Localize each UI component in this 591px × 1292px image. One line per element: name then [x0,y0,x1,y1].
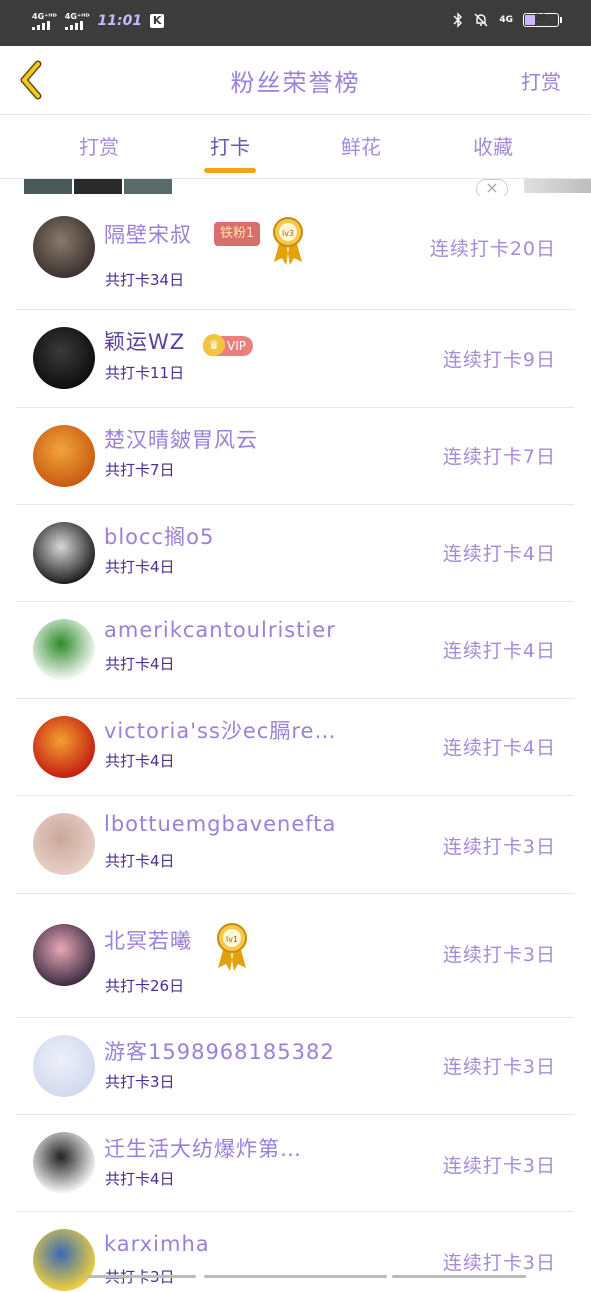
username: 迁生活大纺爆炸第… [104,1137,302,1161]
leaderboard-row[interactable]: karximha 共打卡3日 连续打卡3日 [16,1212,574,1292]
tab-tip[interactable]: 打赏 [54,131,144,160]
battery-level-text: 29 [535,13,547,23]
network-type: 4G [499,15,513,25]
username: lbottuemgbavenefta [104,812,337,836]
user-avatar[interactable] [33,327,95,389]
leaderboard-row[interactable]: 北冥若曦 lv1 共打卡26日 连续打卡3日 [16,894,574,1018]
total-checkins: 共打卡26日 [105,977,185,995]
user-avatar[interactable] [33,619,95,681]
leaderboard-row[interactable]: 迁生活大纺爆炸第… 共打卡4日 连续打卡3日 [16,1115,574,1212]
username: amerikcantoulristier [104,618,336,642]
user-avatar[interactable] [33,1132,95,1194]
tip-action-button[interactable]: 打赏 [521,66,561,95]
username: karximha [104,1232,210,1256]
streak-days: 连续打卡4日 [442,640,556,662]
tab-bar: 打赏 打卡 鲜花 收藏 [0,115,591,179]
streak-days: 连续打卡3日 [442,944,556,966]
total-checkins: 共打卡34日 [105,271,185,289]
user-avatar[interactable] [33,716,95,778]
streak-days: 连续打卡4日 [442,543,556,565]
ad-thumbnail [24,179,72,194]
vip-badge-label: VIP [227,339,246,353]
active-tab-indicator [204,168,256,173]
leaderboard-row[interactable]: victoria'ss沙ec膈re… 共打卡4日 连续打卡4日 [16,699,574,796]
tab-checkin[interactable]: 打卡 [185,131,275,160]
tab-favorites[interactable]: 收藏 [448,131,538,160]
medal-icon: lv1 [217,923,247,971]
user-avatar[interactable] [33,425,95,487]
total-checkins: 共打卡4日 [105,752,175,770]
signal-label-2: 4G⁺ᴴᴰ [64,12,90,21]
total-checkins: 共打卡4日 [105,852,175,870]
nav-bar: 粉丝荣誉榜 打赏 [0,46,591,115]
clock: 11:01 [97,13,143,29]
streak-days: 连续打卡4日 [442,737,556,759]
status-right: 4G 29 [453,12,562,28]
signal-indicator-1: 4G⁺ᴴᴰ [32,12,57,30]
streak-days: 连续打卡3日 [442,1252,556,1274]
streak-days: 连续打卡3日 [442,1155,556,1177]
total-checkins: 共打卡3日 [105,1073,175,1091]
tab-flowers[interactable]: 鲜花 [316,131,406,160]
medal-level-text: lv3 [282,229,294,238]
battery-icon: 29 [523,13,562,27]
signal-indicator-2: 4G⁺ᴴᴰ [64,12,90,30]
streak-days: 连续打卡9日 [442,349,556,371]
username: 隔壁宋叔 [104,223,192,247]
username: victoria'ss沙ec膈re… [104,719,337,743]
app-k-icon: K [150,14,165,28]
fan-level-badge: 铁粉1 [214,222,261,246]
vip-badge: ♛ VIP [203,334,253,356]
scroll-indicator [204,1275,387,1278]
ad-banner[interactable]: × [0,179,591,196]
leaderboard-row[interactable]: 游客1598968185382 共打卡3日 连续打卡3日 [16,1018,574,1115]
total-checkins: 共打卡7日 [105,461,175,479]
total-checkins: 共打卡4日 [105,1170,175,1188]
user-avatar[interactable] [33,924,95,986]
medal-level-text: lv1 [226,935,238,944]
leaderboard-row[interactable]: blocc搁o5 共打卡4日 连续打卡4日 [16,505,574,602]
mute-bell-icon [474,13,488,27]
leaderboard-row[interactable]: amerikcantoulristier 共打卡4日 连续打卡4日 [16,602,574,699]
leaderboard-row[interactable]: 楚汉晴皴胃风云 共打卡7日 连续打卡7日 [16,408,574,505]
user-avatar[interactable] [33,1229,95,1291]
ad-thumbnail [74,179,122,194]
user-avatar[interactable] [33,216,95,278]
leaderboard-row[interactable]: lbottuemgbavenefta 共打卡4日 连续打卡3日 [16,796,574,894]
signal-bars-icon [32,21,50,30]
user-avatar[interactable] [33,1035,95,1097]
scroll-indicator [392,1275,526,1278]
total-checkins: 共打卡4日 [105,558,175,576]
leaderboard-row[interactable]: 颖运WZ ♛ VIP 共打卡11日 连续打卡9日 [16,310,574,408]
streak-days: 连续打卡20日 [429,238,556,260]
ad-close-icon[interactable]: × [476,179,508,196]
status-bar: 4G⁺ᴴᴰ 4G⁺ᴴᴰ 11:01 K 4G 29 [0,0,591,46]
username: 颖运WZ [104,330,186,354]
ad-thumbnail [124,179,172,194]
medal-icon: lv3 [273,217,303,265]
signal-label-1: 4G⁺ᴴᴰ [32,12,57,21]
ad-logo [524,179,591,193]
scroll-indicator [84,1275,196,1278]
streak-days: 连续打卡3日 [442,1056,556,1078]
status-left: 4G⁺ᴴᴰ 4G⁺ᴴᴰ 11:01 K [32,12,165,30]
streak-days: 连续打卡7日 [442,446,556,468]
username: 楚汉晴皴胃风云 [104,428,258,452]
crown-icon: ♛ [203,334,225,356]
page-title: 粉丝荣誉榜 [230,69,361,97]
streak-days: 连续打卡3日 [442,836,556,858]
total-checkins: 共打卡11日 [105,364,185,382]
username: 游客1598968185382 [104,1040,335,1064]
user-avatar[interactable] [33,522,95,584]
username: 北冥若曦 [104,929,192,953]
bluetooth-icon [453,12,463,28]
total-checkins: 共打卡4日 [105,655,175,673]
signal-bars-icon [64,21,83,30]
username: blocc搁o5 [104,525,215,549]
leaderboard-row[interactable]: 隔壁宋叔 铁粉1 lv3 共打卡34日 连续打卡20日 [16,196,574,310]
user-avatar[interactable] [33,813,95,875]
